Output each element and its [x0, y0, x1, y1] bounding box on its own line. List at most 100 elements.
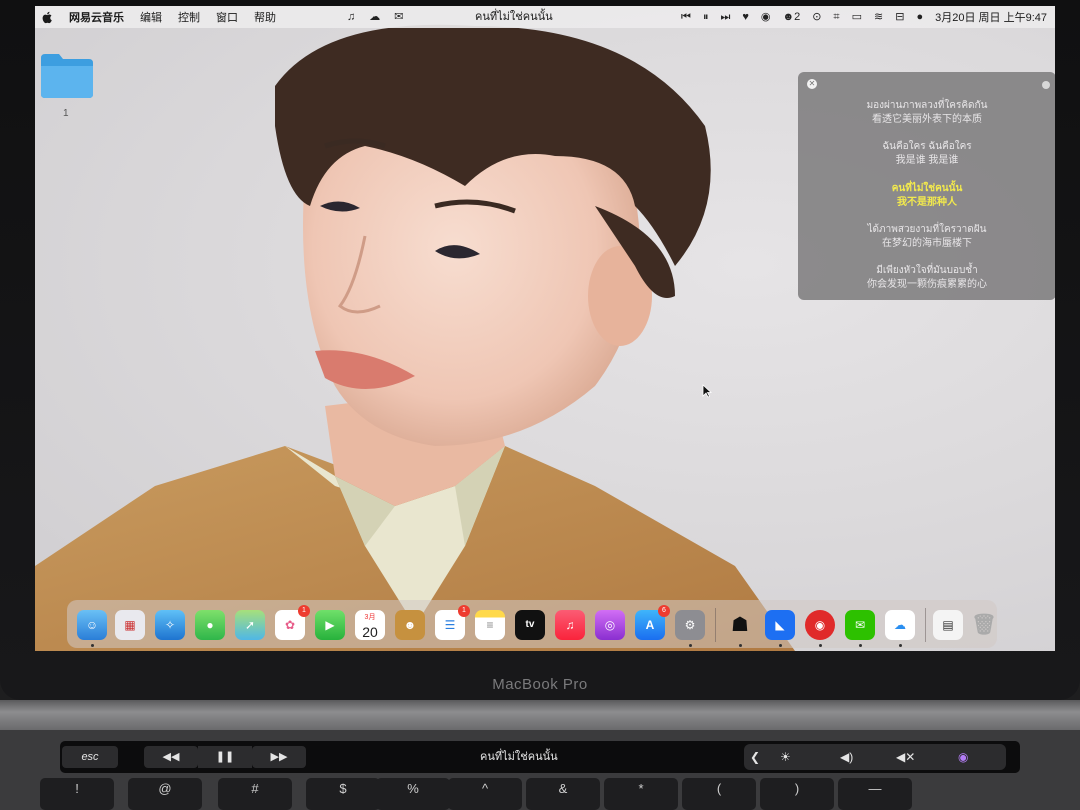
folder-label: 1 — [63, 108, 69, 119]
apple-tv-icon[interactable]: tv — [515, 610, 545, 640]
calendar-day: 20 — [362, 624, 378, 640]
baidu-cloud-icon[interactable]: ☁ — [369, 6, 380, 28]
lyric-chinese: 我不是那种人 — [897, 197, 957, 208]
music-icon[interactable]: ♫ — [555, 610, 585, 640]
touchbar-song-title: คนที่ไม่ใช่คนนั้น — [480, 751, 558, 763]
menu-help[interactable]: 帮助 — [254, 9, 276, 25]
dock-divider — [925, 608, 926, 642]
key-minus[interactable]: — — [838, 778, 912, 810]
siri-icon[interactable]: ● — [916, 6, 923, 28]
menu-control[interactable]: 控制 — [178, 9, 200, 25]
touch-bar: esc ◀◀ ❚❚ ▶▶ คนที่ไม่ใช่คนนั้น ❮ ☀ ◀) ◀✕… — [60, 741, 1020, 773]
baidu-netdisk-icon[interactable]: ☁ — [885, 610, 915, 640]
input-method-icon[interactable]: ⌗ — [833, 6, 839, 28]
notes-icon[interactable]: ≡ — [475, 610, 505, 640]
apple-menu-icon[interactable] — [41, 11, 53, 24]
previous-track-icon[interactable]: ⏮ — [681, 6, 691, 28]
lyric-line: มีเพียงหัวใจที่มันบอบช้ำ 你会发现一颗伤痕累累的心 — [798, 264, 1055, 292]
key-2[interactable]: @ — [128, 778, 202, 810]
control-center-icon[interactable]: ⊟ — [895, 6, 904, 28]
lyric-thai: มองผ่านภาพลวงที่ใครคิดกัน — [866, 100, 988, 111]
menu-app-name[interactable]: 网易云音乐 — [69, 9, 124, 25]
mute-icon[interactable]: ◀✕ — [896, 744, 915, 770]
cursor-icon — [702, 384, 712, 398]
lyric-line: มองผ่านภาพลวงที่ใครคิดกัน 看透它美丽外表下的本质 — [798, 99, 1055, 127]
lyric-line-current: คนที่ไม่ใช่คนนั้น 我不是那种人 — [798, 182, 1055, 210]
wechat-icon[interactable]: ✉ — [845, 610, 875, 640]
battery-icon[interactable]: ▭ — [852, 6, 862, 28]
facetime-icon[interactable]: ▶ — [315, 610, 345, 640]
dock: ☺ ▦ ✧ ● ➚ ✿ 1 ▶ 3月 20 ☻ ☰ 1 ≡ tv ♫ ◎ A6 ⚙ … — [67, 600, 997, 648]
heart-icon[interactable]: ♥ — [742, 6, 749, 28]
siri-icon[interactable]: ◉ — [958, 744, 968, 770]
app-store-icon[interactable]: A6 — [635, 605, 670, 640]
netease-status-icon[interactable]: ◉ — [761, 6, 771, 28]
laptop-bezel: 网易云音乐 编辑 控制 窗口 帮助 ♫ ☁ ✉ คนที่ไม่ใช่คนนั้… — [0, 0, 1080, 700]
key-9[interactable]: ( — [682, 778, 756, 810]
messages-icon[interactable]: ● — [195, 610, 225, 640]
reminders-icon[interactable]: ☰ 1 — [435, 605, 470, 640]
launchpad-icon[interactable]: ▦ — [115, 610, 145, 640]
running-indicator — [819, 644, 822, 647]
photos-icon[interactable]: ✿ 1 — [275, 605, 310, 640]
running-indicator — [779, 644, 782, 647]
lyric-line: ได้ภาพสวยงามที่ใครวาดฝัน 在梦幻的海市蜃楼下 — [798, 223, 1055, 251]
lyric-thai: ฉันคือใคร ฉันคือใคร — [882, 141, 972, 152]
menu-edit[interactable]: 编辑 — [140, 9, 162, 25]
wechat-status-icon[interactable]: ✉ — [394, 6, 403, 28]
notification-count: 2 — [794, 11, 801, 23]
desktop-lyrics-panel[interactable]: ✕ มองผ่านภาพลวงที่ใครคิดกัน 看透它美丽外表下的本质 … — [798, 72, 1055, 300]
contacts-icon[interactable]: ☻ — [395, 610, 425, 640]
touchbar-control-strip: ❮ ☀ ◀) ◀✕ ◉ — [744, 744, 1006, 770]
running-indicator — [899, 644, 902, 647]
lyric-chinese: 看透它美丽外表下的本质 — [872, 114, 982, 125]
key-4[interactable]: $ — [306, 778, 380, 810]
pause-icon[interactable]: ⏸ — [703, 6, 709, 28]
running-indicator — [739, 644, 742, 647]
wifi-icon[interactable]: ≋ — [874, 6, 883, 28]
key-6[interactable]: ^ — [448, 778, 522, 810]
trash-icon[interactable]: 🗑 — [969, 610, 999, 640]
now-playing-title[interactable]: คนที่ไม่ใช่คนนั้น — [475, 6, 553, 28]
next-track-icon[interactable]: ⏭ — [720, 6, 730, 28]
key-5[interactable]: % — [376, 778, 450, 810]
close-icon[interactable]: ✕ — [807, 79, 817, 89]
menu-window[interactable]: 窗口 — [216, 9, 238, 25]
lyric-thai: คนที่ไม่ใช่คนนั้น — [891, 183, 963, 194]
safari-icon[interactable]: ✧ — [155, 610, 185, 640]
esc-key[interactable]: esc — [62, 746, 118, 768]
key-3[interactable]: # — [218, 778, 292, 810]
pause-icon[interactable]: ❚❚ — [198, 746, 252, 768]
lyric-thai: มีเพียงหัวใจที่มันบอบช้ำ — [876, 265, 978, 276]
rewind-icon[interactable]: ◀◀ — [144, 746, 198, 768]
music-status-icon[interactable]: ♫ — [347, 6, 355, 28]
finder-icon[interactable]: ☺ — [77, 610, 107, 640]
qq-status-icon[interactable]: ☻2 — [783, 6, 801, 28]
podcasts-icon[interactable]: ◎ — [595, 610, 625, 640]
maps-icon[interactable]: ➚ — [235, 610, 265, 640]
key-1[interactable]: ! — [40, 778, 114, 810]
photos-badge: 1 — [298, 605, 310, 617]
calendar-month: 3月 — [364, 614, 376, 621]
downloads-stack-icon[interactable]: ▤ — [933, 610, 963, 640]
key-8[interactable]: * — [604, 778, 678, 810]
play-circle-icon[interactable]: ⊙ — [812, 6, 821, 28]
volume-icon[interactable]: ◀) — [840, 744, 853, 770]
tv-label: tv — [525, 619, 535, 630]
menubar-clock[interactable]: 3月20日 周日 上午9:47 — [935, 9, 1047, 25]
collapse-chevron-icon[interactable]: ❮ — [750, 744, 760, 770]
brightness-icon[interactable]: ☀ — [780, 744, 791, 770]
lyric-chinese: 在梦幻的海市蜃楼下 — [882, 238, 972, 249]
netease-music-icon[interactable]: ◉ — [805, 610, 835, 640]
system-preferences-icon[interactable]: ⚙ — [675, 610, 705, 640]
menubar-status-area: ⏮ ⏸ ⏭ ♥ ◉ ☻2 ⊙ ⌗ ▭ ≋ ⊟ ● 3月20日 周日 上午9:47 — [681, 6, 1047, 28]
qq-icon[interactable]: ☗ — [725, 610, 755, 640]
folder-icon[interactable] — [41, 52, 93, 98]
running-indicator — [91, 644, 94, 647]
calendar-icon[interactable]: 3月 20 — [355, 610, 385, 640]
lark-icon[interactable]: ◣ — [765, 610, 795, 640]
key-0[interactable]: ) — [760, 778, 834, 810]
key-7[interactable]: & — [526, 778, 600, 810]
fast-forward-icon[interactable]: ▶▶ — [252, 746, 306, 768]
lyrics-settings-dot[interactable] — [1042, 81, 1050, 89]
